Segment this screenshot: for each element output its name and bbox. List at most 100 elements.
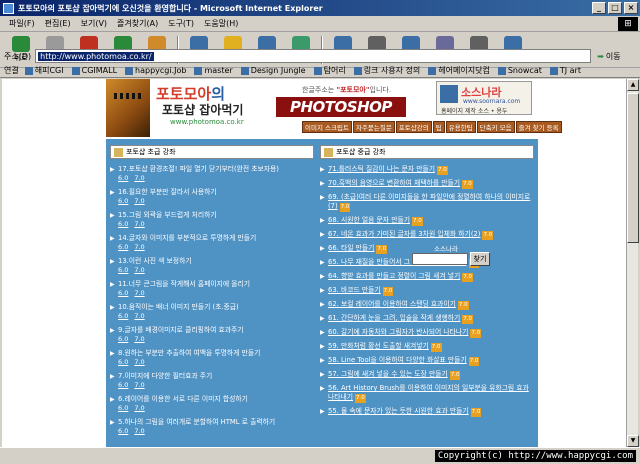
lesson-item[interactable]: ▶ 57. 그림에 새겨 넣을 수 있는 도장 만들기 7.0 xyxy=(320,370,534,380)
lesson-item[interactable]: ▶ 8.원하는 부분만 추출하여 여백을 투명하게 만들기 6.0 7.0 xyxy=(110,349,314,367)
vertical-scrollbar[interactable]: ▲ ▼ xyxy=(626,79,639,447)
version-link[interactable]: 6.0 xyxy=(118,335,128,343)
version-link[interactable]: 6.0 xyxy=(118,220,128,228)
lesson-item[interactable]: ▶ 11.너무 큰그림을 작게해서 홈페이지에 올리기 6.0 7.0 xyxy=(110,280,314,298)
link-label: Snowcat xyxy=(507,66,542,75)
version-badge: 7.0 xyxy=(457,301,469,310)
scroll-down-icon[interactable]: ▼ xyxy=(627,435,639,447)
go-button[interactable]: ➡ 이동 xyxy=(597,51,620,62)
page-icon xyxy=(71,66,80,75)
lesson-item[interactable]: ▶ 6.레이어를 이용한 서로 다른 이미지 합성하기 6.0 7.0 xyxy=(110,395,314,413)
link-item[interactable]: Snowcat xyxy=(497,66,542,75)
version-link[interactable]: 6.0 xyxy=(118,266,128,274)
version-link[interactable]: 7.0 xyxy=(134,289,144,297)
left-column: 포토샵 초급 강좌 ▶ 17.포토샵 환경조절! 파일 열기 닫기부터(완전 초보… xyxy=(110,145,314,441)
lesson-item[interactable]: ▶ 68. 시원한 얼음 문자 만들기 7.0 xyxy=(320,216,534,226)
version-links: 6.0 7.0 xyxy=(118,427,314,436)
lesson-item[interactable]: ▶ 7.이미지에 다양한 필터효과 주기 6.0 7.0 xyxy=(110,372,314,390)
version-link[interactable]: 7.0 xyxy=(134,381,144,389)
link-item[interactable]: Design Jungle xyxy=(240,66,306,75)
lesson-item[interactable]: ▶ 55. 물 속에 문자가 있는 듯한 시원한 효과 만들기 7.0 xyxy=(320,407,534,417)
menu-file[interactable]: 파일(F) xyxy=(4,18,40,29)
site-nav-item[interactable]: 유용한팁 xyxy=(445,121,476,133)
scroll-thumb[interactable] xyxy=(627,93,639,243)
link-item[interactable]: 해피CGI xyxy=(24,65,64,76)
close-button[interactable]: × xyxy=(624,2,638,14)
version-link[interactable]: 6.0 xyxy=(118,404,128,412)
lesson-item[interactable]: ▶ 63. 바코드 만들기 7.0 xyxy=(320,286,534,296)
lesson-item[interactable]: ▶ 13.이런 사진 색 보정하기 6.0 7.0 xyxy=(110,257,314,275)
site-nav-item[interactable]: 단축키 모음 xyxy=(476,121,515,133)
search-input[interactable] xyxy=(412,253,468,265)
lesson-item[interactable]: ▶ 10.움직이는 배너 이미지 만들기 (초.중급) 6.0 7.0 xyxy=(110,303,314,321)
menu-favorites[interactable]: 즐겨찾기(A) xyxy=(112,18,163,29)
site-nav-item[interactable]: 이미지 스크립트 xyxy=(302,121,352,133)
version-link[interactable]: 7.0 xyxy=(134,312,144,320)
sosnara-sub: 홈페이지 제작 소스 • 용두 xyxy=(441,108,508,115)
version-link[interactable]: 6.0 xyxy=(118,243,128,251)
lesson-title: 63. 바코드 만들기 xyxy=(328,286,381,294)
site-nav-item[interactable]: 팁 xyxy=(432,121,445,133)
lesson-item[interactable]: ▶ 14.글자와 이미지를 부분적으로 투명하게 만들기 6.0 7.0 xyxy=(110,234,314,252)
arrow-icon: ▶ xyxy=(110,281,115,288)
arrow-icon: ▶ xyxy=(320,408,325,415)
lesson-item[interactable]: ▶ 59. 만화처럼 황선 도출할 새겨넣기 7.0 xyxy=(320,342,534,352)
version-link[interactable]: 6.0 xyxy=(118,381,128,389)
menu-help[interactable]: 도움말(H) xyxy=(199,18,243,29)
site-nav-item[interactable]: 자주묻는질문 xyxy=(352,121,395,133)
lesson-item[interactable]: ▶ 64. 향받 효과를 만들고 정렬이 그림 새겨 넣기 7.0 xyxy=(320,272,534,282)
address-bar: 주소(D) http://www.photomoa.co.kr/ ➡ 이동 xyxy=(0,48,640,64)
link-item[interactable]: 링크 사용자 정의 xyxy=(353,65,420,76)
lesson-item[interactable]: ▶ 70.흑백의 음영으로 변환하여 채택하를 만들기 7.0 xyxy=(320,179,534,189)
version-link[interactable]: 6.0 xyxy=(118,174,128,182)
version-link[interactable]: 7.0 xyxy=(134,358,144,366)
lesson-item[interactable]: ▶ 16.필요한 부분만 잘라서 사용하기 6.0 7.0 xyxy=(110,188,314,206)
lesson-item[interactable]: ▶ 5.하나의 그림을 여러개로 분할하여 HTML 로 출력하기 6.0 7.0 xyxy=(110,418,314,436)
version-link[interactable]: 6.0 xyxy=(118,427,128,435)
version-link[interactable]: 7.0 xyxy=(134,427,144,435)
menu-view[interactable]: 보기(V) xyxy=(76,18,112,29)
menu-tools[interactable]: 도구(T) xyxy=(163,18,199,29)
lesson-item[interactable]: ▶ 67. 네온 효과가 가미된 글자를 3차원 입체화 하기(2) 7.0 xyxy=(320,230,534,240)
page-icon xyxy=(240,66,249,75)
link-item[interactable]: master xyxy=(194,66,233,75)
scroll-up-icon[interactable]: ▲ xyxy=(627,79,639,91)
lesson-item[interactable]: ▶ 9.글자를 배경이미지로 클리핑하여 효과주기 6.0 7.0 xyxy=(110,326,314,344)
version-link[interactable]: 6.0 xyxy=(118,358,128,366)
lesson-title: 8.원하는 부분만 추출하여 여백을 투명하게 만들기 xyxy=(118,349,261,357)
lesson-item[interactable]: ▶ 15.그림 외곽을 부드럽게 처리하기 6.0 7.0 xyxy=(110,211,314,229)
lesson-item[interactable]: ▶ 71.틀러스틱 질감이 나는 문자 만들기 7.0 xyxy=(320,165,534,175)
search-button[interactable]: 찾기 xyxy=(470,252,490,266)
sosnara-ad[interactable]: 소스나라 www.soornara.com 홈페이지 제작 소스 • 용두 xyxy=(436,81,532,115)
menu-edit[interactable]: 편집(E) xyxy=(40,18,76,29)
version-link[interactable]: 7.0 xyxy=(134,220,144,228)
status-bar: Copyright(c) http://www.happycgi.com xyxy=(0,447,640,464)
lesson-item[interactable]: ▶ 56. Art History Brush를 이용하여 이미지의 일부분을 유… xyxy=(320,384,534,403)
lesson-item[interactable]: ▶ 62. 보컬 레이어를 이용하여 스탠딩 효과이기 7.0 xyxy=(320,300,534,310)
link-item[interactable]: 탐어리 xyxy=(313,65,346,76)
address-input[interactable]: http://www.photomoa.co.kr/ xyxy=(35,49,592,63)
version-link[interactable]: 7.0 xyxy=(134,197,144,205)
site-nav-item[interactable]: 포토샵강의 xyxy=(395,121,432,133)
maximize-button[interactable]: □ xyxy=(608,2,622,14)
version-link[interactable]: 7.0 xyxy=(134,266,144,274)
link-item[interactable]: TJ art xyxy=(549,66,581,75)
lesson-title: 13.이런 사진 색 보정하기 xyxy=(118,257,192,265)
link-item[interactable]: happycgi.Job xyxy=(125,66,186,75)
minimize-button[interactable]: _ xyxy=(592,2,606,14)
link-item[interactable]: CGIMALL xyxy=(71,66,117,75)
lesson-item[interactable]: ▶ 58. Line Tool을 이용하여 다양한 화살표 만들기 7.0 xyxy=(320,356,534,366)
version-link[interactable]: 7.0 xyxy=(134,335,144,343)
version-link[interactable]: 7.0 xyxy=(134,243,144,251)
version-link[interactable]: 7.0 xyxy=(134,174,144,182)
site-nav-item[interactable]: 즐겨 찾기 등록 xyxy=(515,121,562,133)
lesson-item[interactable]: ▶ 61. 간단하게 눈을 그려, 입술을 작게 생행하기 7.0 xyxy=(320,314,534,324)
version-link[interactable]: 6.0 xyxy=(118,289,128,297)
lesson-item[interactable]: ▶ 69. (초급)여러 다른 이미지들을 한 파일안에 정렬하여 하나의 이미지… xyxy=(320,193,534,212)
lesson-item[interactable]: ▶ 60. 갈기에 자동차와 그림자가 반사되어 나타나기 7.0 xyxy=(320,328,534,338)
version-link[interactable]: 7.0 xyxy=(134,404,144,412)
version-link[interactable]: 6.0 xyxy=(118,197,128,205)
version-link[interactable]: 6.0 xyxy=(118,312,128,320)
link-item[interactable]: 헤어메이지닷컴 xyxy=(428,65,490,76)
lesson-item[interactable]: ▶ 17.포토샵 환경조절! 파일 열기 닫기부터(완전 초보자용) 6.0 7.0 xyxy=(110,165,314,183)
